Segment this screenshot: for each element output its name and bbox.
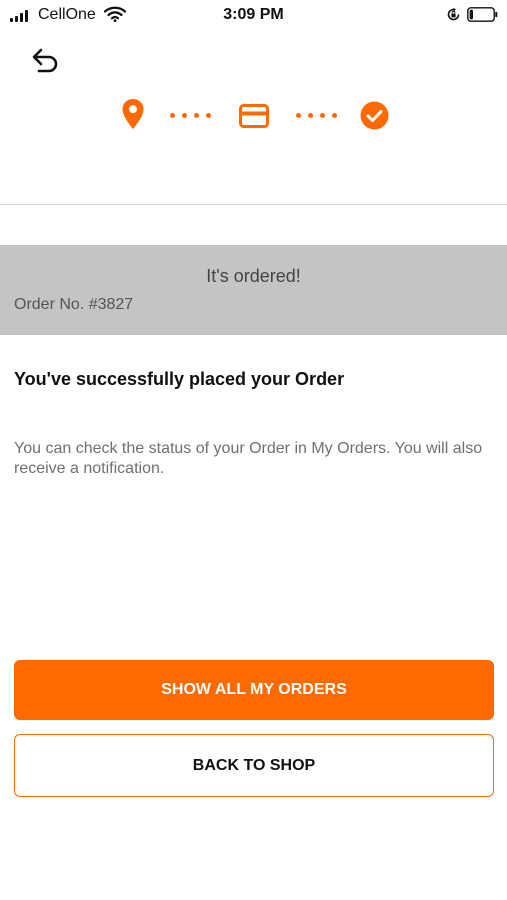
status-time: 3:09 PM <box>223 6 284 23</box>
check-circle-icon <box>360 101 389 130</box>
success-heading: You've successfully placed your Order <box>14 369 345 389</box>
battery-icon <box>467 7 498 22</box>
status-bar: CellOne 3:09 PM <box>0 0 507 30</box>
order-confirmation-banner: It's ordered! Order No. #3827 <box>0 245 507 335</box>
back-button[interactable] <box>28 42 62 76</box>
back-arrow-icon <box>32 48 58 73</box>
credit-card-icon <box>239 104 269 128</box>
step-connector <box>296 113 337 118</box>
show-all-orders-button[interactable]: SHOW ALL MY ORDERS <box>14 660 494 720</box>
rotation-lock-icon <box>447 7 460 21</box>
step-connector <box>170 113 211 118</box>
order-status-info: You can check the status of your Order i… <box>14 440 483 477</box>
order-number: Order No. #3827 <box>14 296 134 313</box>
banner-title: It's ordered! <box>206 266 301 286</box>
back-to-shop-button[interactable]: BACK TO SHOP <box>14 734 494 797</box>
location-pin-icon <box>122 99 144 129</box>
checkout-stepper <box>0 98 507 134</box>
header-divider <box>0 204 507 205</box>
